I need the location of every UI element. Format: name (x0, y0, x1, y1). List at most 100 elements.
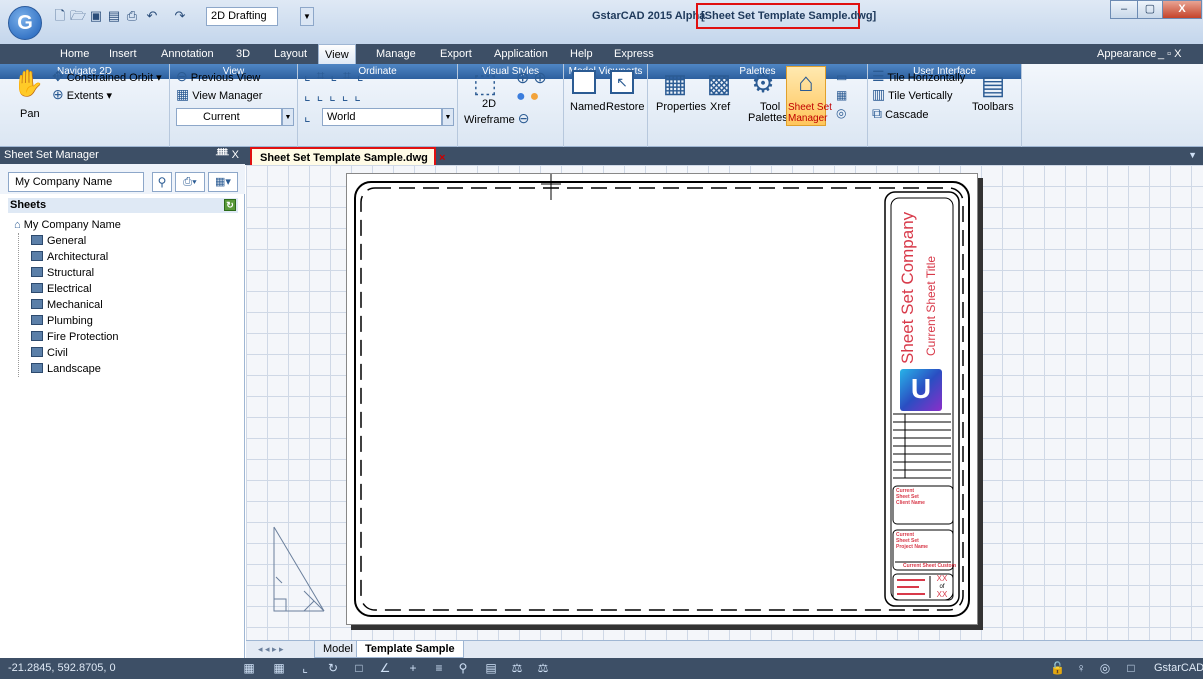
tree-item-civil[interactable]: Civil (31, 345, 121, 361)
workspace-select[interactable]: 2D Drafting (206, 7, 278, 26)
menu-annotation[interactable]: Annotation (161, 44, 214, 64)
new-icon[interactable]: 🗋 (52, 8, 68, 24)
menu-application[interactable]: Application (494, 44, 548, 64)
extents-button[interactable]: ⊕ Extents ▾ (52, 87, 112, 102)
polar-icon[interactable]: ↻ (326, 661, 340, 675)
named-view-select[interactable]: Current (176, 108, 282, 126)
properties-icon[interactable]: ▦ (660, 68, 690, 98)
xref-icon[interactable]: ▩ (704, 68, 734, 98)
sheet-set-select[interactable]: My Company Name (8, 172, 144, 192)
xref-button[interactable]: Xref (710, 101, 730, 113)
named-button[interactable]: Named (570, 101, 605, 113)
sheet-set-manager-button[interactable]: ⌂ Sheet Set Manager (786, 66, 832, 126)
tree-item-architectural[interactable]: Architectural (31, 249, 121, 265)
tab-close-icon[interactable]: × (439, 152, 445, 164)
tool-palettes-label-2[interactable]: Palettes (748, 112, 788, 124)
shading-icons-row-2[interactable]: ●● (516, 88, 543, 106)
tpy-icon[interactable]: ⚲ (456, 661, 470, 675)
ucs-icons-row-2[interactable]: ⌞⌞⌞⌞⌞ (304, 87, 367, 104)
drawing-canvas[interactable]: U Sheet Set Company Current Sheet Title … (246, 165, 1203, 640)
ucs-icon[interactable]: ⌞ (304, 108, 311, 125)
redo-icon[interactable]: ↷ (172, 8, 188, 24)
saveas-icon[interactable]: ▤ (106, 8, 122, 24)
open-icon[interactable]: 🗁 (70, 8, 86, 24)
view-manager-button[interactable]: ▦ View Manager (176, 87, 262, 102)
toolbars-icon[interactable]: ▤ (978, 70, 1008, 100)
dyn-icon[interactable]: + (406, 661, 420, 675)
menu-appearance[interactable]: Appearance (1097, 44, 1156, 64)
tool-palettes-icon[interactable]: ⚙ (748, 68, 778, 98)
menu-home[interactable]: Home (60, 44, 89, 64)
menu-export[interactable]: Export (440, 44, 472, 64)
lock-icon[interactable]: 🔓 (1050, 661, 1065, 675)
properties-button[interactable]: Properties (656, 101, 706, 113)
ortho-icon[interactable]: ⌞ (298, 661, 312, 675)
cascade-button[interactable]: ⧉ Cascade (872, 106, 928, 121)
tile-horizontally-button[interactable]: ☰ Tile Horizontally (872, 69, 965, 84)
wireframe-top-label[interactable]: 2D (482, 98, 496, 110)
tree-item-mechanical[interactable]: Mechanical (31, 297, 121, 313)
menu-3d[interactable]: 3D (236, 44, 250, 64)
ucs-dropdown-icon[interactable]: ▼ (442, 108, 454, 126)
tree-root-item[interactable]: ⌂ My Company Name (14, 217, 121, 233)
named-viewport-icon[interactable] (572, 70, 596, 94)
tree-item-general[interactable]: General (31, 233, 121, 249)
tree-item-plumbing[interactable]: Plumbing (31, 313, 121, 329)
close-button[interactable]: X (1162, 0, 1202, 19)
restore-button[interactable]: Restore (606, 101, 645, 113)
tree-item-landscape[interactable]: Landscape (31, 361, 121, 377)
print-icon[interactable]: ⎙ (124, 8, 140, 24)
annotation-scale-icon[interactable]: ⚖ (510, 661, 524, 675)
qp-icon[interactable]: ▤ (484, 661, 498, 675)
restore-viewport-icon[interactable]: ↖ (610, 70, 634, 94)
hardware-acceleration-icon[interactable]: ♀ (1074, 661, 1088, 675)
save-icon[interactable]: ▣ (88, 8, 104, 24)
wireframe-label[interactable]: Wireframe ⊖ (464, 111, 530, 126)
grid-icon[interactable]: ▦ (272, 661, 286, 675)
undo-icon[interactable]: ↶ (144, 8, 160, 24)
ribbon-window-controls[interactable]: _ ▫ X (1158, 44, 1181, 64)
chevron-down-icon[interactable]: ▼ (282, 108, 294, 126)
osnap-icon[interactable]: □ (352, 661, 366, 675)
ucs-icons-row-1[interactable]: ⌞⌗⌞⌗⌞ (304, 67, 369, 84)
menu-help[interactable]: Help (570, 44, 593, 64)
otrack-icon[interactable]: ∠ (378, 661, 392, 675)
maximize-button[interactable]: ▢ (1137, 0, 1163, 19)
shading-icons-row-1[interactable]: ⊕⊕ (516, 68, 551, 88)
tree-item-fire-protection[interactable]: Fire Protection (31, 329, 121, 345)
pan-icon[interactable]: ✋ (12, 68, 44, 98)
toolbars-button[interactable]: Toolbars (972, 101, 1014, 113)
menu-manage[interactable]: Manage (376, 44, 416, 64)
application-menu-button[interactable]: G (8, 6, 42, 40)
menu-layout[interactable]: Layout (274, 44, 307, 64)
minimize-button[interactable]: – (1110, 0, 1138, 19)
pan-label[interactable]: Pan (20, 108, 40, 120)
refresh-icon[interactable]: ↻ (224, 199, 236, 211)
constrained-orbit-button[interactable]: ✥ Constrained Orbit ▾ (52, 69, 162, 84)
snap-icon[interactable]: ▦ (242, 661, 256, 675)
tree-item-structural[interactable]: Structural (31, 265, 121, 281)
ucs-select[interactable]: World (322, 108, 442, 126)
workspace-dropdown-icon[interactable]: ▼ (300, 7, 314, 26)
menu-view[interactable]: View (318, 44, 356, 64)
palette-small-icons[interactable]: ▭ ▦ ◎ (836, 68, 847, 122)
lwt-icon[interactable]: ≡ (432, 661, 446, 675)
previous-view-button[interactable]: ⊖ Previous View (176, 69, 260, 84)
panel-pin-close-icons[interactable]: ᚙ X (216, 147, 239, 164)
publish-icon[interactable]: ⎙▾ (175, 172, 205, 192)
isolate-icon[interactable]: ◎ (1098, 661, 1112, 675)
menu-express[interactable]: Express (614, 44, 654, 64)
tree-item-electrical[interactable]: Electrical (31, 281, 121, 297)
layout-nav-arrows[interactable]: ◂ ◂ ▸ ▸ (250, 641, 292, 658)
fullscreen-icon[interactable]: □ (1124, 661, 1138, 675)
menu-insert[interactable]: Insert (109, 44, 137, 64)
tab-list-icon[interactable]: ▼ (1188, 150, 1197, 160)
layout-tab-model[interactable]: Model (314, 641, 362, 658)
tile-vertically-button[interactable]: ▥ Tile Vertically (872, 87, 952, 102)
sheet-number-lines (897, 579, 925, 595)
layout-tab-template-sample[interactable]: Template Sample (356, 641, 464, 658)
view-options-icon[interactable]: ▦▾ (208, 172, 238, 192)
wireframe-icon[interactable]: ⬚ (468, 68, 502, 98)
sheet-set-details-icon[interactable]: ⚲ (152, 172, 172, 192)
annotation-visibility-icon[interactable]: ⚖ (536, 661, 550, 675)
